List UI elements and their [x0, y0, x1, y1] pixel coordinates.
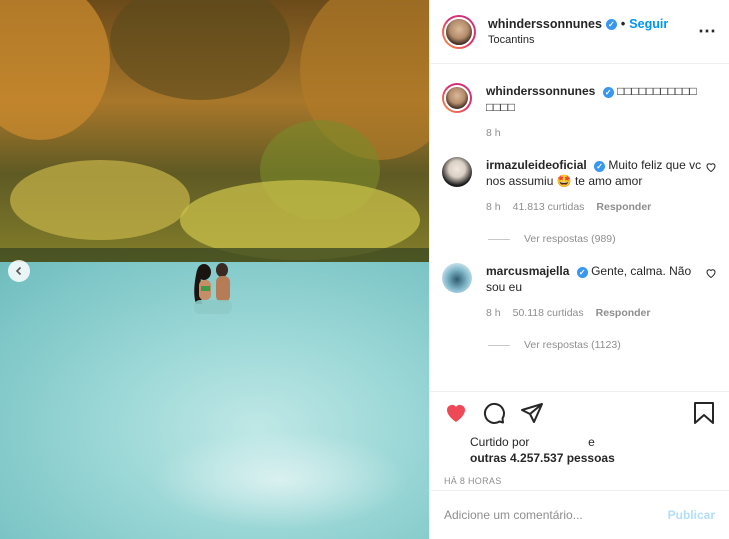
- post-timestamp[interactable]: HÁ 8 HORAS: [444, 476, 715, 486]
- post-actions: Curtido por e outras 4.257.537 pessoas H…: [430, 391, 729, 486]
- liked-by-prefix: Curtido por: [470, 435, 530, 449]
- couple-in-water: [194, 263, 232, 314]
- like-comment-heart-icon[interactable]: [705, 267, 717, 279]
- view-replies-button[interactable]: Ver respostas (989): [488, 233, 717, 245]
- commenter-avatar[interactable]: [442, 157, 472, 187]
- comment-username[interactable]: marcusmajella: [486, 264, 569, 278]
- replies-divider: [488, 344, 510, 346]
- view-replies-label: Ver respostas (989): [524, 233, 616, 245]
- caption: whinderssonnunes ✓ □□□□□□□□□□□ □□□□ 8 h: [442, 83, 717, 141]
- water-reflection: [150, 430, 410, 530]
- liked-by-and: e: [588, 435, 595, 449]
- reply-button[interactable]: Responder: [596, 305, 651, 321]
- previous-photo-button[interactable]: [8, 260, 30, 282]
- comment-likes[interactable]: 50.118 curtidas: [513, 305, 584, 321]
- post-sidebar: whinderssonnunes ✓ • Seguir Tocantins ⋯ …: [429, 0, 729, 539]
- caption-time[interactable]: 8 h: [486, 125, 501, 141]
- author-avatar[interactable]: [442, 14, 476, 49]
- add-comment-bar: Publicar: [430, 490, 729, 539]
- comment-username[interactable]: irmazuleideoficial: [486, 158, 587, 172]
- post-location[interactable]: Tocantins: [488, 34, 692, 46]
- separator-dot: •: [620, 17, 626, 31]
- foliage-background: [0, 0, 429, 290]
- replies-divider: [488, 238, 510, 240]
- verified-badge-icon: ✓: [602, 87, 614, 98]
- caption-username[interactable]: whinderssonnunes: [486, 84, 595, 98]
- comment-time[interactable]: 8 h: [486, 305, 501, 321]
- follow-button[interactable]: Seguir: [629, 17, 668, 31]
- view-replies-label: Ver respostas (1123): [524, 339, 621, 351]
- comment-item: marcusmajella ✓ Gente, calma. Não sou eu…: [442, 263, 717, 321]
- post-photo[interactable]: [0, 0, 429, 539]
- like-heart-icon[interactable]: [444, 401, 468, 425]
- verified-badge-icon: ✓: [605, 18, 617, 30]
- likes-summary[interactable]: Curtido por e outras 4.257.537 pessoas: [444, 434, 715, 466]
- more-options-icon[interactable]: ⋯: [698, 21, 717, 42]
- view-replies-button[interactable]: Ver respostas (1123): [488, 339, 717, 351]
- verified-badge-icon: ✓: [594, 161, 606, 172]
- comment-icon[interactable]: [482, 401, 506, 425]
- comment-input[interactable]: [444, 508, 668, 522]
- comment-item: irmazuleideoficial ✓ Muito feliz que vc …: [442, 157, 717, 215]
- post-header: whinderssonnunes ✓ • Seguir Tocantins ⋯: [430, 0, 729, 64]
- publish-button[interactable]: Publicar: [668, 508, 715, 522]
- save-bookmark-icon[interactable]: [693, 401, 715, 425]
- reply-button[interactable]: Responder: [596, 199, 651, 215]
- chevron-left-icon: [15, 266, 22, 276]
- comments-list[interactable]: whinderssonnunes ✓ □□□□□□□□□□□ □□□□ 8 h …: [430, 65, 729, 391]
- author-username[interactable]: whinderssonnunes: [488, 17, 602, 31]
- comment-time[interactable]: 8 h: [486, 199, 501, 215]
- commenter-avatar[interactable]: [442, 263, 472, 293]
- verified-badge-icon: ✓: [576, 267, 588, 278]
- likes-count[interactable]: outras 4.257.537 pessoas: [470, 451, 615, 465]
- share-icon[interactable]: [520, 401, 544, 425]
- caption-avatar[interactable]: [442, 83, 472, 113]
- comment-likes[interactable]: 41.813 curtidas: [513, 199, 585, 215]
- like-comment-heart-icon[interactable]: [705, 161, 717, 173]
- instagram-post: whinderssonnunes ✓ • Seguir Tocantins ⋯ …: [0, 0, 729, 539]
